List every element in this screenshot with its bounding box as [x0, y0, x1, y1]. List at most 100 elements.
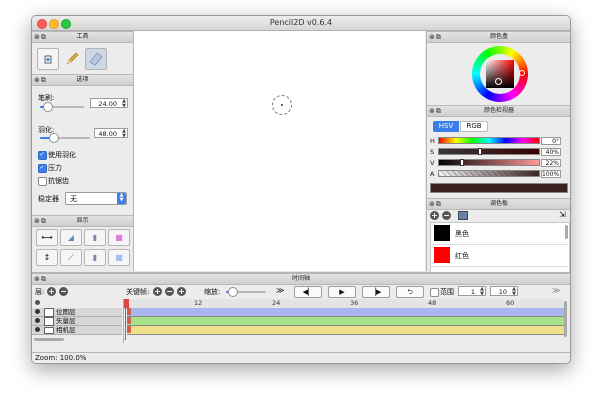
frame-mark: 48 — [428, 299, 437, 307]
panel-close-float-icon[interactable]: ⊗⧉ — [34, 275, 47, 283]
brush-size-spinbox[interactable]: 24.00 ▲ ▼ — [90, 98, 128, 109]
pressure-checkbox[interactable] — [38, 164, 47, 173]
timeline-more-icon[interactable]: ≫ — [552, 286, 560, 295]
right-dock: ⊗⧉ 颜色盒 ⊗⧉ 颜色检视器 HSV RGB H 0° S 40% V 22%… — [426, 31, 570, 273]
play-button[interactable]: ▶ — [328, 286, 356, 298]
color-square-icon: ■ — [115, 233, 123, 242]
palette-scrollbar[interactable] — [565, 225, 568, 239]
channel-a-value[interactable]: 100% — [541, 170, 561, 178]
layer-row-camera[interactable]: 相机层 — [32, 326, 122, 335]
channel-v-slider[interactable] — [438, 159, 540, 166]
color-box-title: 颜色盒 — [489, 33, 508, 40]
layer-row-vector[interactable]: 矢量层 — [32, 317, 122, 326]
spin-arrows-icon[interactable]: ▲ ▼ — [122, 129, 126, 139]
brush-size-slider[interactable] — [40, 102, 84, 112]
add-color-button[interactable]: + — [430, 211, 439, 220]
outlines-button[interactable]: ◢ — [60, 229, 82, 246]
eraser-tool-button[interactable] — [85, 48, 107, 70]
spin-arrows-icon[interactable]: ▲ ▼ — [122, 99, 126, 109]
layer-list-scrollbar[interactable] — [34, 338, 64, 341]
drawing-canvas[interactable] — [134, 31, 425, 271]
spin-arrows-icon[interactable]: ▲ ▼ — [480, 287, 484, 297]
eye-all-icon[interactable] — [35, 300, 40, 305]
channel-v-row: V 22% — [427, 159, 570, 169]
color-grid-button[interactable]: ■ — [108, 229, 130, 246]
timeline-zoom-knob[interactable] — [228, 287, 238, 297]
mirror-horizontal-button[interactable]: ⟷ — [36, 229, 58, 246]
duplicate-keyframe-button[interactable]: + — [177, 287, 186, 296]
color-square-icon: ■ — [115, 253, 123, 262]
close-window-button[interactable] — [37, 19, 47, 29]
layer-row-bitmap[interactable]: 位图层 — [32, 308, 122, 317]
layer-visibility-icon[interactable] — [35, 327, 40, 332]
timeline-vscrollbar[interactable] — [564, 301, 567, 337]
minimize-window-button[interactable] — [49, 19, 59, 29]
channel-a-slider[interactable] — [438, 170, 540, 177]
feather-slider[interactable] — [40, 133, 90, 143]
hue-marker[interactable] — [519, 70, 525, 76]
onion-color-button[interactable]: ■ — [108, 249, 130, 266]
window-title: Pencil2D v0.6.4 — [269, 18, 333, 27]
current-color-swatch — [430, 183, 568, 193]
playhead-marker[interactable] — [124, 299, 129, 308]
saturation-value-square[interactable] — [486, 60, 514, 88]
feather-slider-knob[interactable] — [49, 133, 59, 143]
loop-button[interactable]: ⮌ — [396, 286, 424, 298]
color-wheel[interactable] — [472, 46, 528, 102]
track-bitmap[interactable] — [127, 308, 564, 317]
panel-close-float-icon[interactable]: ⊗⧉ — [429, 200, 442, 208]
channel-s-slider[interactable] — [438, 148, 540, 155]
maximize-window-button[interactable] — [61, 19, 71, 29]
remove-layer-button[interactable]: − — [59, 287, 68, 296]
add-keyframe-button[interactable]: + — [153, 287, 162, 296]
pencil-tool-button[interactable] — [61, 48, 83, 70]
range-to-spinbox[interactable]: 10 ▲ ▼ — [490, 286, 518, 297]
channel-s-value[interactable]: 40% — [541, 148, 561, 156]
fast-forward-icon[interactable]: ≫ — [276, 286, 284, 295]
spin-arrows-icon[interactable]: ▲ ▼ — [512, 287, 516, 297]
palette-swatch-row[interactable]: 红色 — [431, 245, 569, 267]
onion-prev-button[interactable]: ▮ — [84, 229, 106, 246]
channel-h-value-text: 0° — [552, 138, 559, 145]
keyframe[interactable] — [127, 317, 131, 324]
track-vector[interactable] — [127, 317, 564, 326]
antialias-checkbox[interactable] — [38, 177, 47, 186]
panel-close-float-icon[interactable]: ⊗⧉ — [34, 33, 47, 41]
palette-options-icon[interactable]: ⇲ — [559, 210, 566, 219]
tab-rgb[interactable]: RGB — [460, 121, 488, 132]
remove-keyframe-button[interactable]: − — [165, 287, 174, 296]
panel-close-float-icon[interactable]: ⊗⧉ — [429, 33, 442, 41]
status-bar: Zoom: 100.0% — [32, 352, 570, 363]
thin-lines-button[interactable]: ⟋ — [60, 249, 82, 266]
panel-close-float-icon[interactable]: ⊗⧉ — [34, 76, 47, 84]
palette-swatch-row[interactable]: 黑色 — [431, 223, 569, 245]
panel-close-float-icon[interactable]: ⊗⧉ — [34, 217, 47, 225]
range-checkbox[interactable] — [430, 288, 439, 297]
layer-visibility-icon[interactable] — [35, 309, 40, 314]
mirror-vertical-button[interactable]: ↕ — [36, 249, 58, 266]
timeline-zoom-slider[interactable] — [226, 287, 266, 297]
jump-start-button[interactable]: ◀▏ — [294, 286, 322, 298]
stabilizer-select[interactable]: 无 ▲ ▼ — [65, 192, 127, 205]
add-layer-button[interactable]: + — [47, 287, 56, 296]
tab-hsv[interactable]: HSV — [433, 121, 459, 132]
palette-swatch-name: 红色 — [455, 252, 469, 260]
feather-spinbox[interactable]: 48.00 ▲ ▼ — [94, 128, 128, 139]
bucket-tool-button[interactable] — [37, 48, 59, 70]
jump-end-button[interactable]: ▕▶ — [362, 286, 390, 298]
range-from-spinbox[interactable]: 1 ▲ ▼ — [458, 286, 486, 297]
track-camera[interactable] — [127, 326, 564, 335]
layer-visibility-icon[interactable] — [35, 318, 40, 323]
channel-h-slider[interactable] — [438, 137, 540, 144]
tab-hsv-label: HSV — [438, 122, 454, 130]
brush-size-slider-knob[interactable] — [43, 102, 53, 112]
keyframe[interactable] — [127, 308, 131, 315]
onion-next-button[interactable]: ▮ — [84, 249, 106, 266]
channel-h-value[interactable]: 0° — [541, 137, 561, 145]
keyframe[interactable] — [127, 326, 131, 333]
palette-view-icon[interactable] — [458, 211, 468, 220]
panel-close-float-icon[interactable]: ⊗⧉ — [429, 107, 442, 115]
remove-color-button[interactable]: − — [442, 211, 451, 220]
channel-v-value[interactable]: 22% — [541, 159, 561, 167]
use-feather-checkbox[interactable] — [38, 151, 47, 160]
